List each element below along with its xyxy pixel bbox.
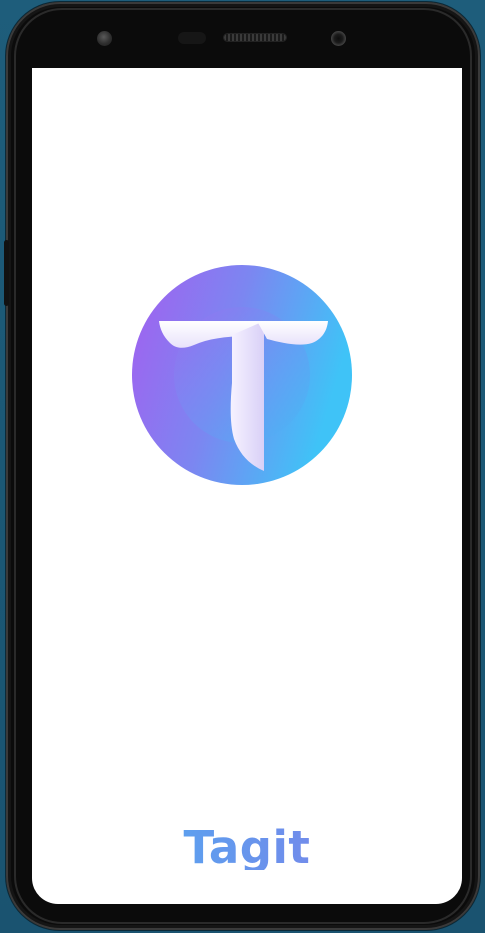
- volume-button: [4, 240, 9, 306]
- front-camera-icon: [331, 31, 346, 46]
- proximity-sensor-icon: [97, 31, 112, 46]
- app-name-title: Tagit: [32, 825, 462, 870]
- tagit-logo-icon: [132, 265, 352, 485]
- light-sensor-icon: [178, 32, 206, 44]
- splash-screen: Tagit: [32, 68, 462, 904]
- earpiece-speaker-icon: [224, 34, 286, 41]
